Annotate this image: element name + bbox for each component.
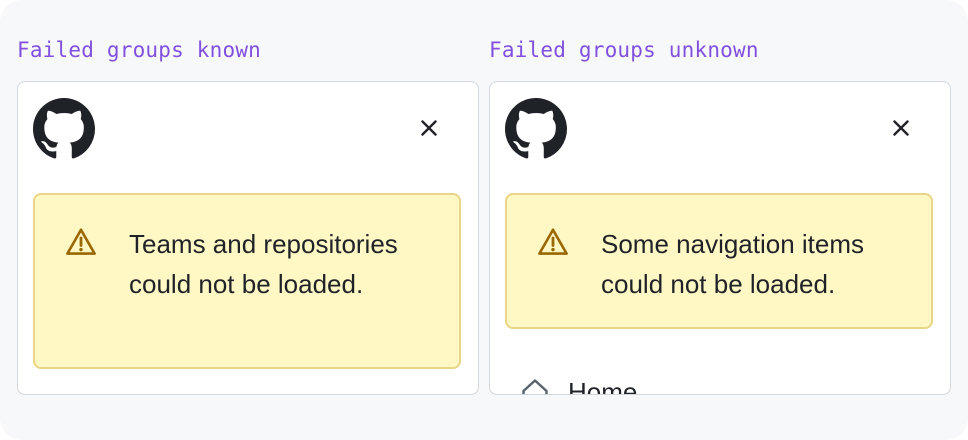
close-button[interactable] <box>885 112 917 144</box>
github-mark-icon[interactable] <box>33 98 95 160</box>
alert-triangle-icon <box>537 226 569 258</box>
canvas: Failed groups known Teams and repositori… <box>0 0 968 440</box>
home-icon <box>520 377 550 394</box>
close-button[interactable] <box>413 112 445 144</box>
nav-item-label: Home <box>568 376 638 395</box>
variant-title: Failed groups unknown <box>489 38 759 62</box>
github-mark-icon[interactable] <box>505 98 567 160</box>
navigation-dialog: Teams and repositories could not be load… <box>17 81 479 395</box>
warning-flash: Some navigation items could not be loade… <box>505 193 933 329</box>
flash-message: Teams and repositories could not be load… <box>129 229 398 299</box>
navigation-dialog: Some navigation items could not be loade… <box>489 81 951 395</box>
x-icon <box>893 120 909 136</box>
warning-flash: Teams and repositories could not be load… <box>33 193 461 369</box>
x-icon <box>421 120 437 136</box>
variant-title: Failed groups known <box>17 38 262 62</box>
nav-item-home[interactable]: Home <box>520 372 638 395</box>
flash-message: Some navigation items could not be loade… <box>601 229 865 299</box>
alert-triangle-icon <box>65 226 97 258</box>
